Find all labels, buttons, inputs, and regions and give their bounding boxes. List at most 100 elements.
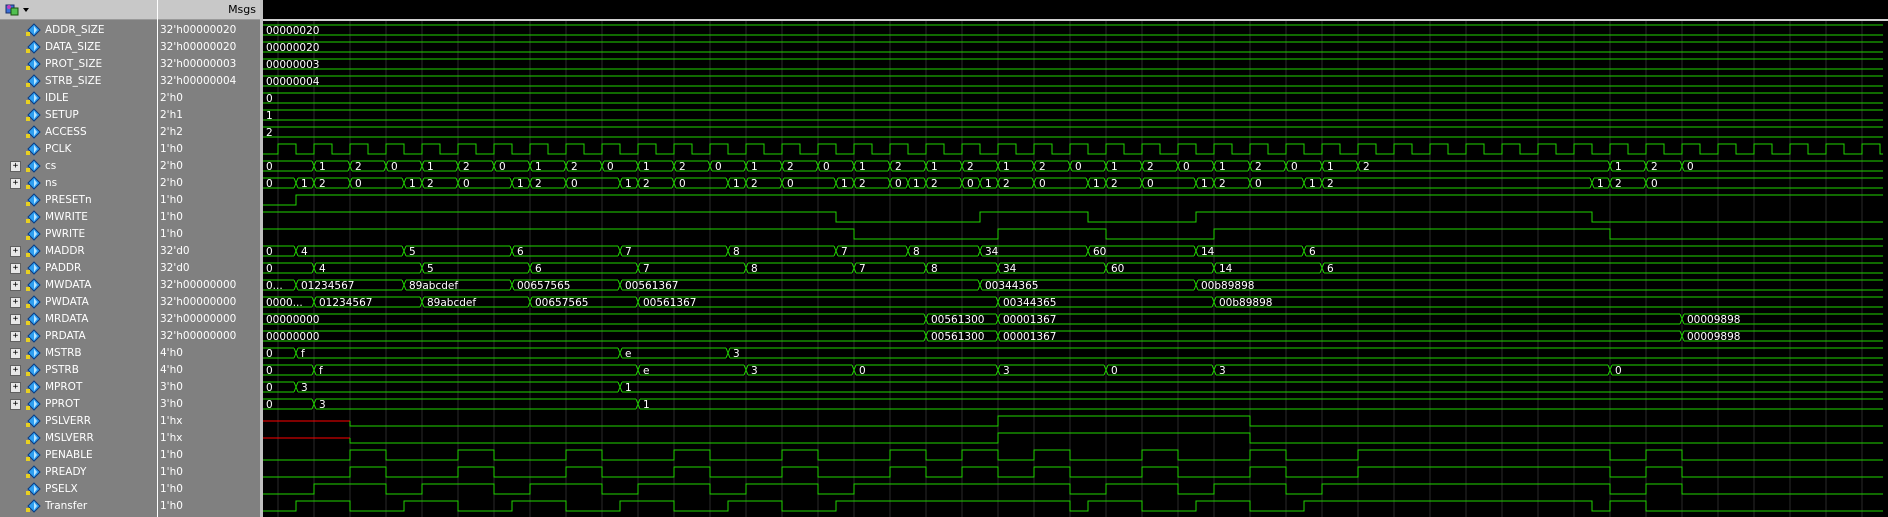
signal-row-mwrite[interactable]: MWRITE — [0, 209, 157, 226]
signal-diamond-icon — [26, 244, 41, 258]
wave-tool-icon[interactable] — [4, 2, 32, 17]
signal-value-cell: 32'h00000020 — [158, 39, 260, 56]
signal-name: PSELX — [45, 483, 78, 495]
wave-maddr[interactable]: 0 4 5 6 7 8 7 8 34 60 14 6 — [263, 245, 1883, 258]
wave-mwrite[interactable] — [263, 211, 1883, 223]
expand-icon[interactable]: + — [10, 161, 21, 172]
signal-row-maddr[interactable]: + MADDR — [0, 243, 157, 260]
wave-setup[interactable]: 1 — [263, 109, 1883, 122]
wave-paddr[interactable]: 0 4 5 6 7 8 7 8 34 60 14 6 — [263, 262, 1883, 275]
expand-icon[interactable]: + — [10, 382, 21, 393]
signal-value: 3'h0 — [160, 398, 183, 410]
wave-mstrb[interactable]: 0 f e 3 — [263, 347, 1883, 360]
signal-row-setup[interactable]: SETUP — [0, 107, 157, 124]
bus-value-label: 0 — [1291, 161, 1298, 173]
wave-data_size[interactable]: 00000020 — [263, 41, 1883, 54]
signal-name: MWRITE — [45, 211, 88, 223]
expand-icon[interactable]: + — [10, 365, 21, 376]
signal-name: PADDR — [45, 262, 82, 274]
signal-row-mstrb[interactable]: + MSTRB — [0, 345, 157, 362]
wave-transfer[interactable] — [263, 500, 1883, 512]
signal-value-cell: 1'hx — [158, 430, 260, 447]
signal-row-pprot[interactable]: + PPROT — [0, 396, 157, 413]
wave-presetn[interactable] — [263, 194, 1883, 206]
waveform-canvas[interactable]: 00000020 00000020 00000003 00000004 0 1 2 0 1 2 0 1… — [263, 0, 1888, 517]
wave-ns[interactable]: 012012012012012012012012012012012120 — [263, 177, 1883, 190]
bus-value-label: 2 — [859, 178, 866, 190]
bus-value-label: 00000004 — [266, 76, 320, 88]
signal-value: 32'h00000000 — [160, 330, 237, 342]
wave-prdata[interactable]: 00000000 00561300 00001367 00009898 — [263, 330, 1883, 343]
bus-value-label: 0 — [266, 399, 273, 411]
bus-value-label: 1 — [1219, 161, 1226, 173]
wave-access[interactable]: 2 — [263, 126, 1883, 139]
expand-icon[interactable]: + — [10, 399, 21, 410]
signal-row-cs[interactable]: + cs — [0, 158, 157, 175]
bus-value-label: 00657565 — [517, 280, 570, 292]
wave-mrdata[interactable]: 00000000 00561300 00001367 00009898 — [263, 313, 1883, 326]
signal-row-addr_size[interactable]: ADDR_SIZE — [0, 22, 157, 39]
expand-icon[interactable]: + — [10, 297, 21, 308]
signal-row-mwdata[interactable]: + MWDATA — [0, 277, 157, 294]
expand-icon[interactable]: + — [10, 348, 21, 359]
signal-row-idle[interactable]: IDLE — [0, 90, 157, 107]
signal-value-cell: 1'h0 — [158, 464, 260, 481]
signal-row-mprot[interactable]: + MPROT — [0, 379, 157, 396]
signal-diamond-icon — [26, 431, 41, 445]
signal-row-pslverr[interactable]: PSLVERR — [0, 413, 157, 430]
signal-row-strb_size[interactable]: STRB_SIZE — [0, 73, 157, 90]
signal-row-data_size[interactable]: DATA_SIZE — [0, 39, 157, 56]
bus-value-label: 0 — [1075, 161, 1082, 173]
bus-value-label: 0000... — [266, 297, 303, 309]
wave-pselx[interactable] — [263, 483, 1883, 495]
bus-value-label: 4 — [301, 246, 308, 258]
wave-prot_size[interactable]: 00000003 — [263, 58, 1883, 71]
signal-row-transfer[interactable]: Transfer — [0, 498, 157, 515]
signal-row-prdata[interactable]: + PRDATA — [0, 328, 157, 345]
wave-addr_size[interactable]: 00000020 — [263, 24, 1883, 37]
expand-icon[interactable]: + — [10, 280, 21, 291]
signal-row-access[interactable]: ACCESS — [0, 124, 157, 141]
signal-row-pwrite[interactable]: PWRITE — [0, 226, 157, 243]
wave-idle[interactable]: 0 — [263, 92, 1883, 105]
wave-pwrite[interactable] — [263, 228, 1883, 240]
signal-row-ns[interactable]: + ns — [0, 175, 157, 192]
expand-icon[interactable]: + — [10, 331, 21, 342]
signal-row-pready[interactable]: PREADY — [0, 464, 157, 481]
signal-row-pselx[interactable]: PSELX — [0, 481, 157, 498]
wave-pslverr[interactable] — [263, 415, 1883, 427]
signal-row-pclk[interactable]: PCLK — [0, 141, 157, 158]
signal-row-mslverr[interactable]: MSLVERR — [0, 430, 157, 447]
signal-name: PSLVERR — [45, 415, 92, 427]
bus-value-label: 3 — [751, 365, 758, 377]
wave-penable[interactable] — [263, 449, 1883, 461]
wave-pstrb[interactable]: 0 f e 3 0 3 0 3 0 — [263, 364, 1883, 377]
signal-row-mrdata[interactable]: + MRDATA — [0, 311, 157, 328]
signal-diamond-icon — [26, 329, 41, 343]
wave-pready[interactable] — [263, 466, 1883, 478]
signal-row-presetn[interactable]: PRESETn — [0, 192, 157, 209]
signal-name: PREADY — [45, 466, 87, 478]
signal-row-pstrb[interactable]: + PSTRB — [0, 362, 157, 379]
wave-mslverr[interactable] — [263, 432, 1883, 444]
bus-value-label: 0 — [1687, 161, 1694, 173]
bus-value-label: 1 — [319, 161, 326, 173]
signal-name: ACCESS — [45, 126, 87, 138]
wave-strb_size[interactable]: 00000004 — [263, 75, 1883, 88]
wave-pclk[interactable] — [263, 143, 1883, 155]
signal-row-pwdata[interactable]: + PWDATA — [0, 294, 157, 311]
signal-row-penable[interactable]: PENABLE — [0, 447, 157, 464]
wave-mwdata[interactable]: 0... 01234567 89abcdef 00657565 00561367 0034… — [263, 279, 1883, 292]
wave-pprot[interactable]: 0 3 1 — [263, 398, 1883, 411]
bus-value-label: 1 — [985, 178, 992, 190]
wave-mprot[interactable]: 0 3 1 — [263, 381, 1883, 394]
wave-pwdata[interactable]: 0000... 01234567 89abcdef 00657565 00561367 0… — [263, 296, 1883, 309]
signal-row-paddr[interactable]: + PADDR — [0, 260, 157, 277]
bus-value-label: 0 — [266, 348, 273, 360]
expand-icon[interactable]: + — [10, 263, 21, 274]
expand-icon[interactable]: + — [10, 178, 21, 189]
wave-cs[interactable]: 0 1 2 0 1 2 0 1 2 0 1 2 0 1 2 0 1 2 1 2 1 2 0 1 2 0 1 2 0 1 2 1 2 0 — [263, 160, 1883, 173]
signal-row-prot_size[interactable]: PROT_SIZE — [0, 56, 157, 73]
expand-icon[interactable]: + — [10, 314, 21, 325]
expand-icon[interactable]: + — [10, 246, 21, 257]
